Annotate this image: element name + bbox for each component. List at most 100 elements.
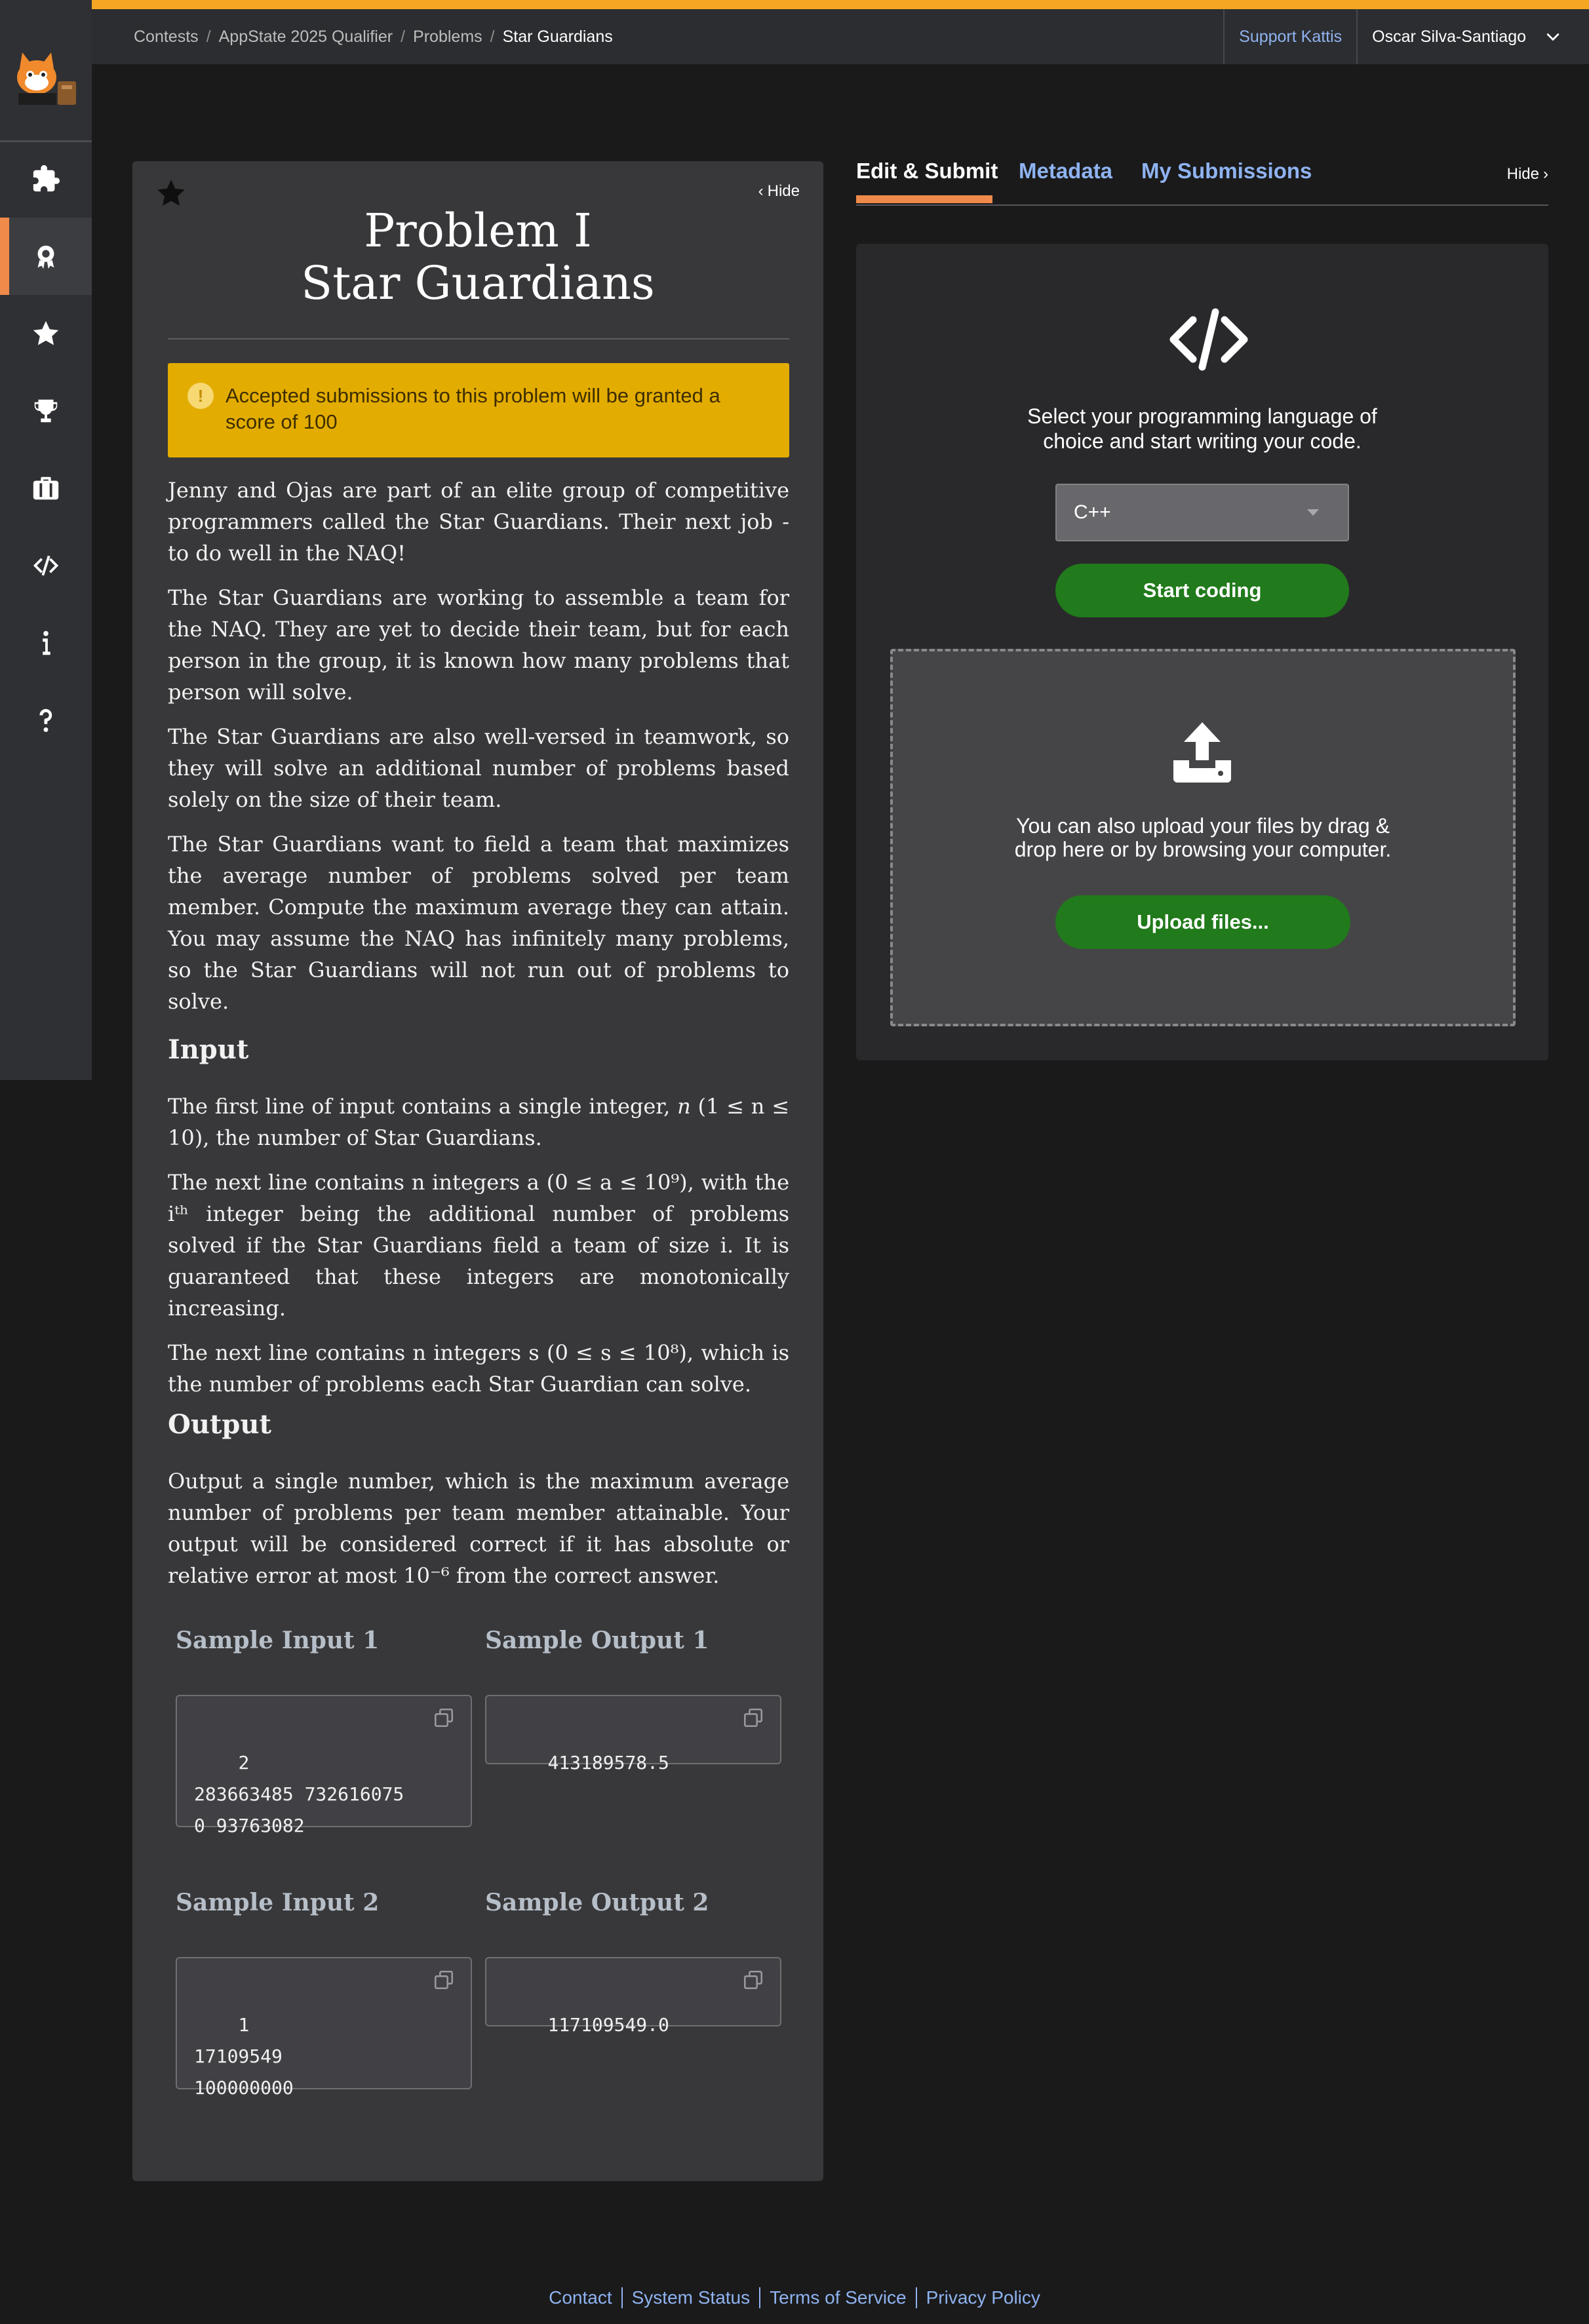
sidebar	[0, 0, 92, 1080]
copy-icon[interactable]	[433, 1707, 455, 1729]
breadcrumb: Contests / AppState 2025 Qualifier / Pro…	[134, 9, 613, 64]
statement-paragraph: Jenny and Ojas are part of an elite grou…	[168, 478, 789, 566]
hide-editor-button[interactable]: Hide ›	[1507, 165, 1548, 184]
copy-icon[interactable]	[433, 1969, 455, 1991]
problem-title: Problem I Star Guardians	[132, 204, 823, 309]
score-notice: ! Accepted submissions to this problem w…	[168, 363, 789, 457]
sidebar-item-favorites[interactable]	[0, 295, 92, 372]
sample-input-1-text: 2 283663485 732616075 0 93763082	[194, 1752, 404, 1836]
statement-paragraph: The Star Guardians are also well-versed …	[168, 724, 789, 812]
sample-input-1[interactable]: 2 283663485 732616075 0 93763082	[176, 1695, 472, 1836]
sidebar-item-languages[interactable]	[0, 527, 92, 604]
sidebar-item-help[interactable]	[0, 682, 92, 759]
top-header: Contests / AppState 2025 Qualifier / Pro…	[92, 9, 1589, 64]
footer-status-link[interactable]: System Status	[621, 2287, 760, 2308]
sample-input-2-text: 1 17109549 100000000	[194, 2014, 294, 2099]
language-select[interactable]: C++	[1055, 484, 1349, 541]
support-kattis-link[interactable]: Support Kattis	[1223, 9, 1356, 64]
breadcrumb-separator: /	[401, 27, 406, 46]
selected-language: C++	[1074, 501, 1111, 523]
sidebar-item-jobs[interactable]	[0, 450, 92, 527]
footer-terms-link[interactable]: Terms of Service	[759, 2287, 916, 2308]
notice-text: Accepted submissions to this problem wil…	[226, 384, 720, 433]
briefcase-icon	[33, 476, 59, 500]
breadcrumb-contests[interactable]: Contests	[134, 28, 199, 47]
puzzle-icon	[33, 165, 60, 192]
trophy-icon	[34, 399, 58, 423]
caret-down-icon	[1307, 509, 1319, 516]
input-paragraph: The first line of input contains a singl…	[168, 1091, 789, 1153]
sidebar-item-rankings[interactable]	[0, 372, 92, 450]
breadcrumb-current: Star Guardians	[502, 27, 613, 46]
statement-paragraph: The Star Guardians are working to assemb…	[168, 585, 789, 705]
contest-badge-icon	[37, 245, 54, 269]
hide-label: Hide	[767, 182, 800, 200]
upload-instructions-text: You can also upload your files by drag &…	[1014, 814, 1392, 861]
sample-output-2[interactable]: 117109549.0	[485, 1957, 781, 2036]
input-paragraph: The next line contains n integers a (0 ≤…	[168, 1170, 789, 1321]
code-icon	[33, 555, 59, 576]
code-icon	[1169, 308, 1248, 371]
problem-panel: ‹ Hide Problem I Star Guardians ! Accept…	[132, 161, 823, 2181]
submission-tabs: Edit & Submit Metadata My Submissions Hi…	[856, 155, 1548, 206]
sample-output-2-text: 117109549.0	[547, 2014, 669, 2036]
upload-icon	[1173, 722, 1231, 783]
copy-icon[interactable]	[742, 1969, 764, 1991]
math-n: n	[677, 1094, 691, 1119]
info-icon	[43, 630, 50, 655]
hide-problem-button[interactable]: ‹ Hide	[758, 182, 800, 201]
footer: Contact System Status Terms of Service P…	[0, 2287, 1589, 2308]
breadcrumb-contest[interactable]: AppState 2025 Qualifier	[219, 28, 393, 47]
accent-bar	[92, 0, 1589, 9]
tab-metadata[interactable]: Metadata	[1019, 159, 1112, 184]
output-section: Output a single number, which is the max…	[168, 1465, 789, 1604]
sample-input-1-title: Sample Input 1	[176, 1627, 380, 1654]
problem-name: Star Guardians	[301, 256, 655, 310]
breadcrumb-separator: /	[206, 27, 211, 46]
sidebar-item-problems[interactable]	[0, 140, 92, 218]
sample-input-2[interactable]: 1 17109549 100000000	[176, 1957, 472, 2099]
user-name: Oscar Silva-Santiago	[1372, 27, 1526, 46]
exclamation-icon: !	[187, 383, 214, 409]
tab-my-submissions[interactable]: My Submissions	[1141, 159, 1312, 184]
statement-paragraph: The Star Guardians want to field a team …	[168, 832, 789, 1014]
chevron-right-icon: ›	[1543, 165, 1548, 183]
tab-edit-submit[interactable]: Edit & Submit	[856, 159, 998, 184]
output-paragraph: Output a single number, which is the max…	[168, 1469, 789, 1588]
upload-files-button[interactable]: Upload files...	[1055, 895, 1350, 949]
active-tab-indicator	[856, 195, 992, 203]
footer-contact-link[interactable]: Contact	[539, 2287, 621, 2308]
input-section: The first line of input contains a singl…	[168, 1091, 789, 1413]
hide-label: Hide	[1506, 165, 1539, 183]
language-prompt: Select your programming language of choi…	[856, 404, 1548, 454]
user-menu[interactable]: Oscar Silva-Santiago	[1356, 9, 1589, 64]
copy-icon[interactable]	[742, 1707, 764, 1729]
breadcrumb-separator: /	[490, 27, 495, 46]
start-coding-button[interactable]: Start coding	[1055, 564, 1349, 617]
sample-output-1-title: Sample Output 1	[485, 1627, 709, 1654]
breadcrumb-problems[interactable]: Problems	[413, 28, 482, 47]
title-divider	[168, 338, 789, 339]
sample-output-1[interactable]: 413189578.5	[485, 1695, 781, 1773]
file-dropzone[interactable]: You can also upload your files by drag &…	[890, 649, 1516, 1026]
editor-card: Select your programming language of choi…	[856, 244, 1548, 1060]
header-right: Support Kattis Oscar Silva-Santiago	[1223, 9, 1589, 64]
kattis-logo[interactable]	[9, 48, 83, 111]
input-heading: Input	[168, 1034, 249, 1065]
input-paragraph: The next line contains n integers s (0 ≤…	[168, 1340, 789, 1397]
footer-privacy-link[interactable]: Privacy Policy	[915, 2287, 1050, 2308]
problem-statement: Jenny and Ojas are part of an elite grou…	[168, 474, 789, 1030]
sidebar-item-info[interactable]	[0, 604, 92, 682]
problem-letter: Problem I	[364, 204, 592, 258]
sample-input-2-title: Sample Input 2	[176, 1889, 380, 1916]
upload-instructions: You can also upload your files by drag &…	[893, 814, 1513, 861]
sample-output-1-text: 413189578.5	[547, 1752, 669, 1773]
language-prompt-text: Select your programming language of choi…	[1027, 404, 1377, 453]
output-heading: Output	[168, 1409, 271, 1440]
input-text-a: The first line of input contains a singl…	[168, 1094, 678, 1119]
sample-output-2-title: Sample Output 2	[485, 1889, 709, 1916]
help-icon	[39, 708, 52, 732]
star-icon	[33, 320, 59, 345]
sidebar-item-contests[interactable]	[0, 218, 92, 295]
chevron-left-icon: ‹	[758, 182, 764, 200]
